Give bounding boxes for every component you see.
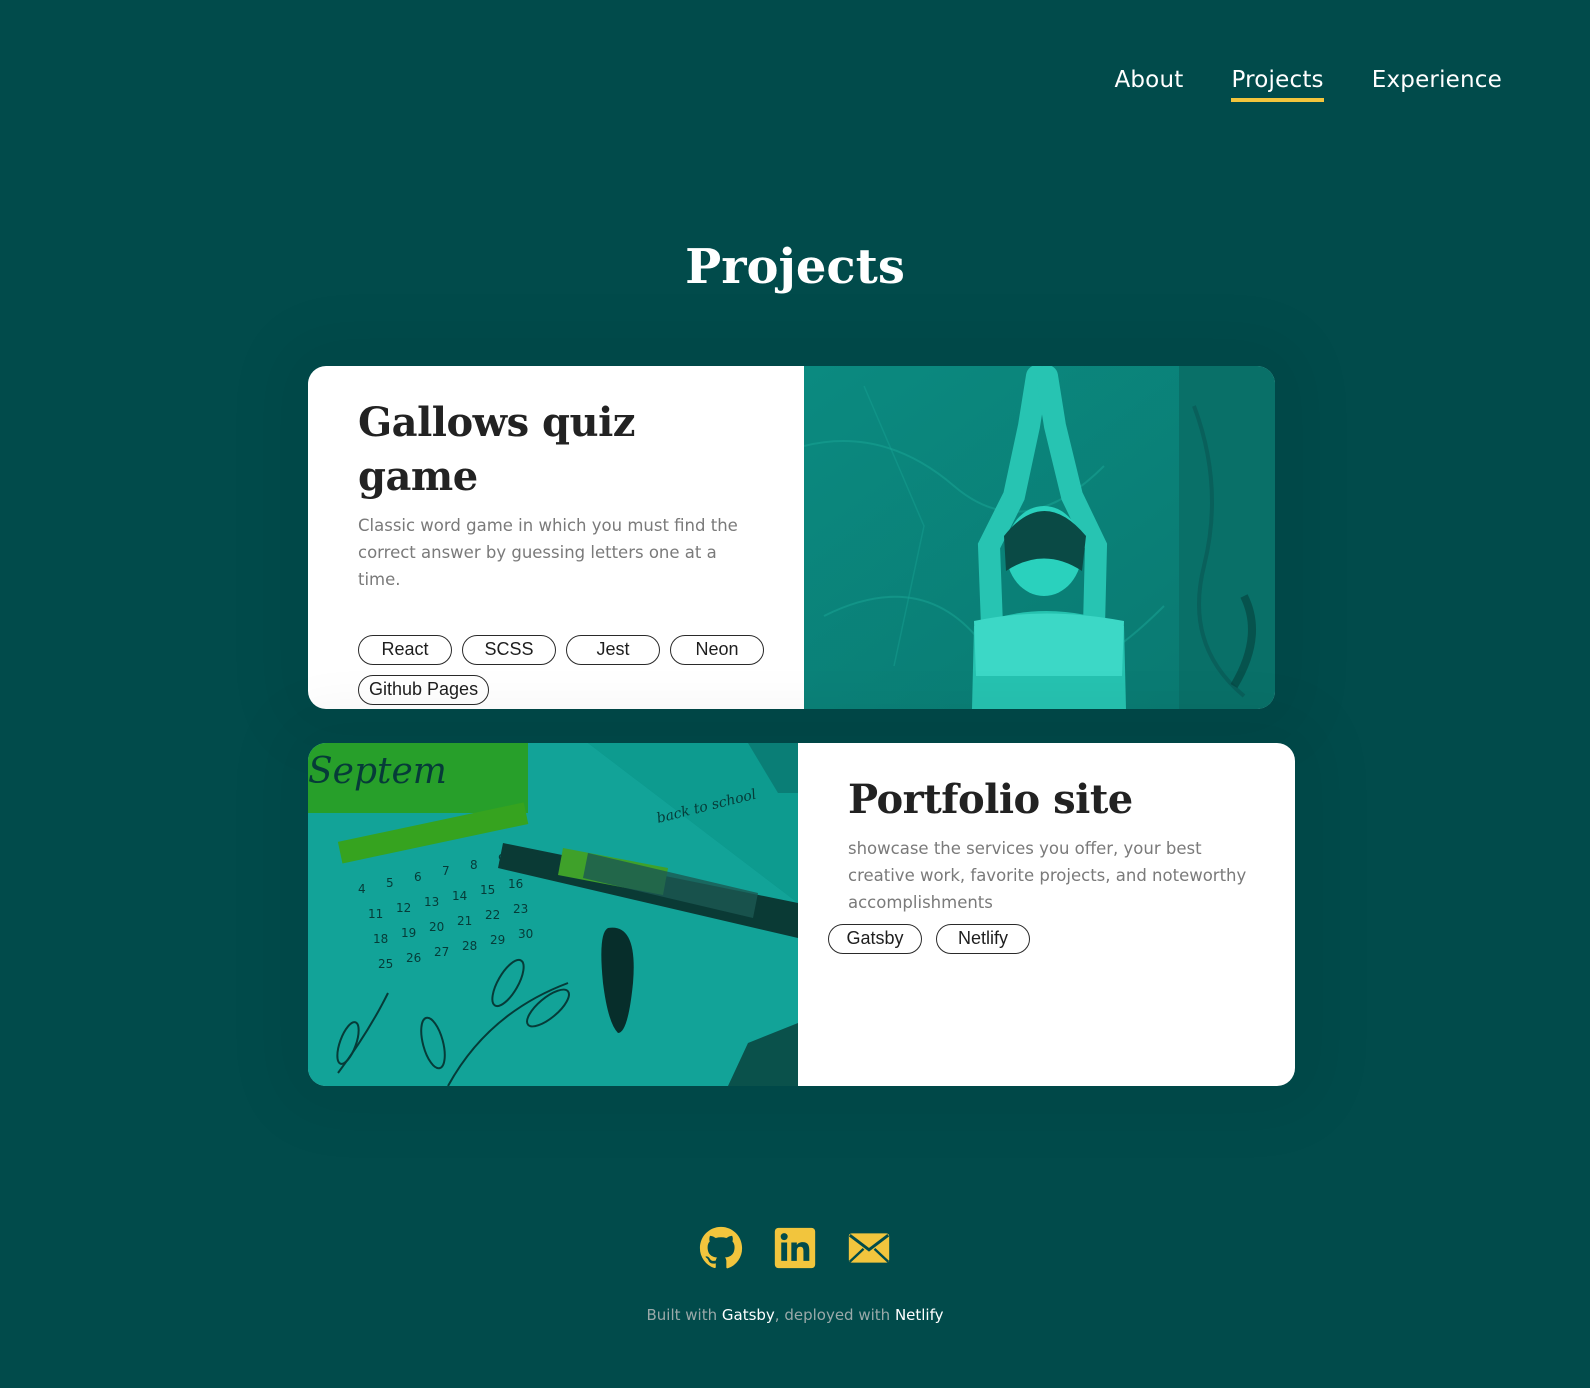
svg-text:27: 27: [434, 945, 449, 959]
calendar-notebook-photo: Septem 456789 111213141516 181920212223 …: [308, 743, 798, 1086]
notebook-image: Septem 456789 111213141516 181920212223 …: [308, 743, 798, 1086]
linkedin-icon[interactable]: [773, 1226, 817, 1270]
svg-text:30: 30: [518, 927, 533, 941]
svg-text:26: 26: [406, 951, 421, 965]
svg-text:19: 19: [401, 926, 416, 940]
main-nav: About Projects Experience: [1114, 64, 1502, 102]
mail-icon-svg: [848, 1233, 890, 1263]
linkedin-icon-svg: [774, 1227, 816, 1269]
mail-icon[interactable]: [847, 1226, 891, 1270]
svg-text:20: 20: [429, 920, 444, 934]
social-links: [0, 1226, 1590, 1270]
tag-github-pages: Github Pages: [358, 675, 490, 705]
project-text: Gallows quiz game Classic word game in w…: [308, 366, 804, 709]
svg-text:21: 21: [457, 914, 472, 928]
svg-text:11: 11: [368, 907, 383, 921]
svg-text:Septem: Septem: [308, 751, 447, 792]
project-title: Portfolio site: [848, 776, 1133, 823]
tag-react: React: [358, 635, 452, 665]
tag-netlify: Netlify: [936, 924, 1030, 954]
gatsby-link[interactable]: Gatsby: [722, 1306, 775, 1324]
svg-text:23: 23: [513, 902, 528, 916]
svg-text:7: 7: [442, 864, 450, 878]
yoga-image: [804, 366, 1275, 709]
svg-text:16: 16: [508, 877, 523, 891]
svg-text:15: 15: [480, 883, 495, 897]
woman-yoga-photo: [804, 366, 1275, 709]
nav-about[interactable]: About: [1114, 64, 1183, 102]
tag-scss: SCSS: [462, 635, 556, 665]
project-card-portfolio[interactable]: Septem 456789 111213141516 181920212223 …: [308, 743, 1295, 1086]
netlify-link[interactable]: Netlify: [895, 1306, 944, 1324]
footer-credits: Built with Gatsby, deployed with Netlify: [0, 1306, 1590, 1324]
project-card-gallows[interactable]: Gallows quiz game Classic word game in w…: [308, 366, 1275, 709]
svg-text:13: 13: [424, 895, 439, 909]
svg-text:22: 22: [485, 908, 500, 922]
svg-text:18: 18: [373, 932, 388, 946]
svg-text:25: 25: [378, 957, 393, 971]
github-icon-svg: [699, 1226, 743, 1269]
nav-projects[interactable]: Projects: [1231, 64, 1324, 102]
svg-text:4: 4: [358, 882, 366, 896]
svg-text:28: 28: [462, 939, 477, 953]
tag-list: Gatsby Netlify: [828, 924, 1248, 954]
project-description: showcase the services you offer, your be…: [848, 839, 1247, 912]
svg-text:5: 5: [386, 876, 394, 890]
project-title: Gallows quiz game: [358, 399, 636, 500]
nav-experience[interactable]: Experience: [1372, 64, 1502, 102]
svg-text:8: 8: [470, 858, 478, 872]
project-text: Portfolio site showcase the services you…: [798, 743, 1295, 1086]
tag-gatsby: Gatsby: [828, 924, 922, 954]
built-prefix: Built with: [646, 1306, 722, 1324]
deployed-prefix: , deployed with: [774, 1306, 895, 1324]
github-icon[interactable]: [699, 1226, 743, 1270]
project-description: Classic word game in which you must find…: [358, 516, 738, 589]
svg-text:29: 29: [490, 933, 505, 947]
svg-text:14: 14: [452, 889, 467, 903]
tag-neon: Neon: [670, 635, 764, 665]
page-title: Projects: [685, 239, 905, 295]
svg-text:6: 6: [414, 870, 422, 884]
svg-text:12: 12: [396, 901, 411, 915]
tag-jest: Jest: [566, 635, 660, 665]
tag-list: React SCSS Jest Neon Github Pages: [358, 635, 778, 705]
